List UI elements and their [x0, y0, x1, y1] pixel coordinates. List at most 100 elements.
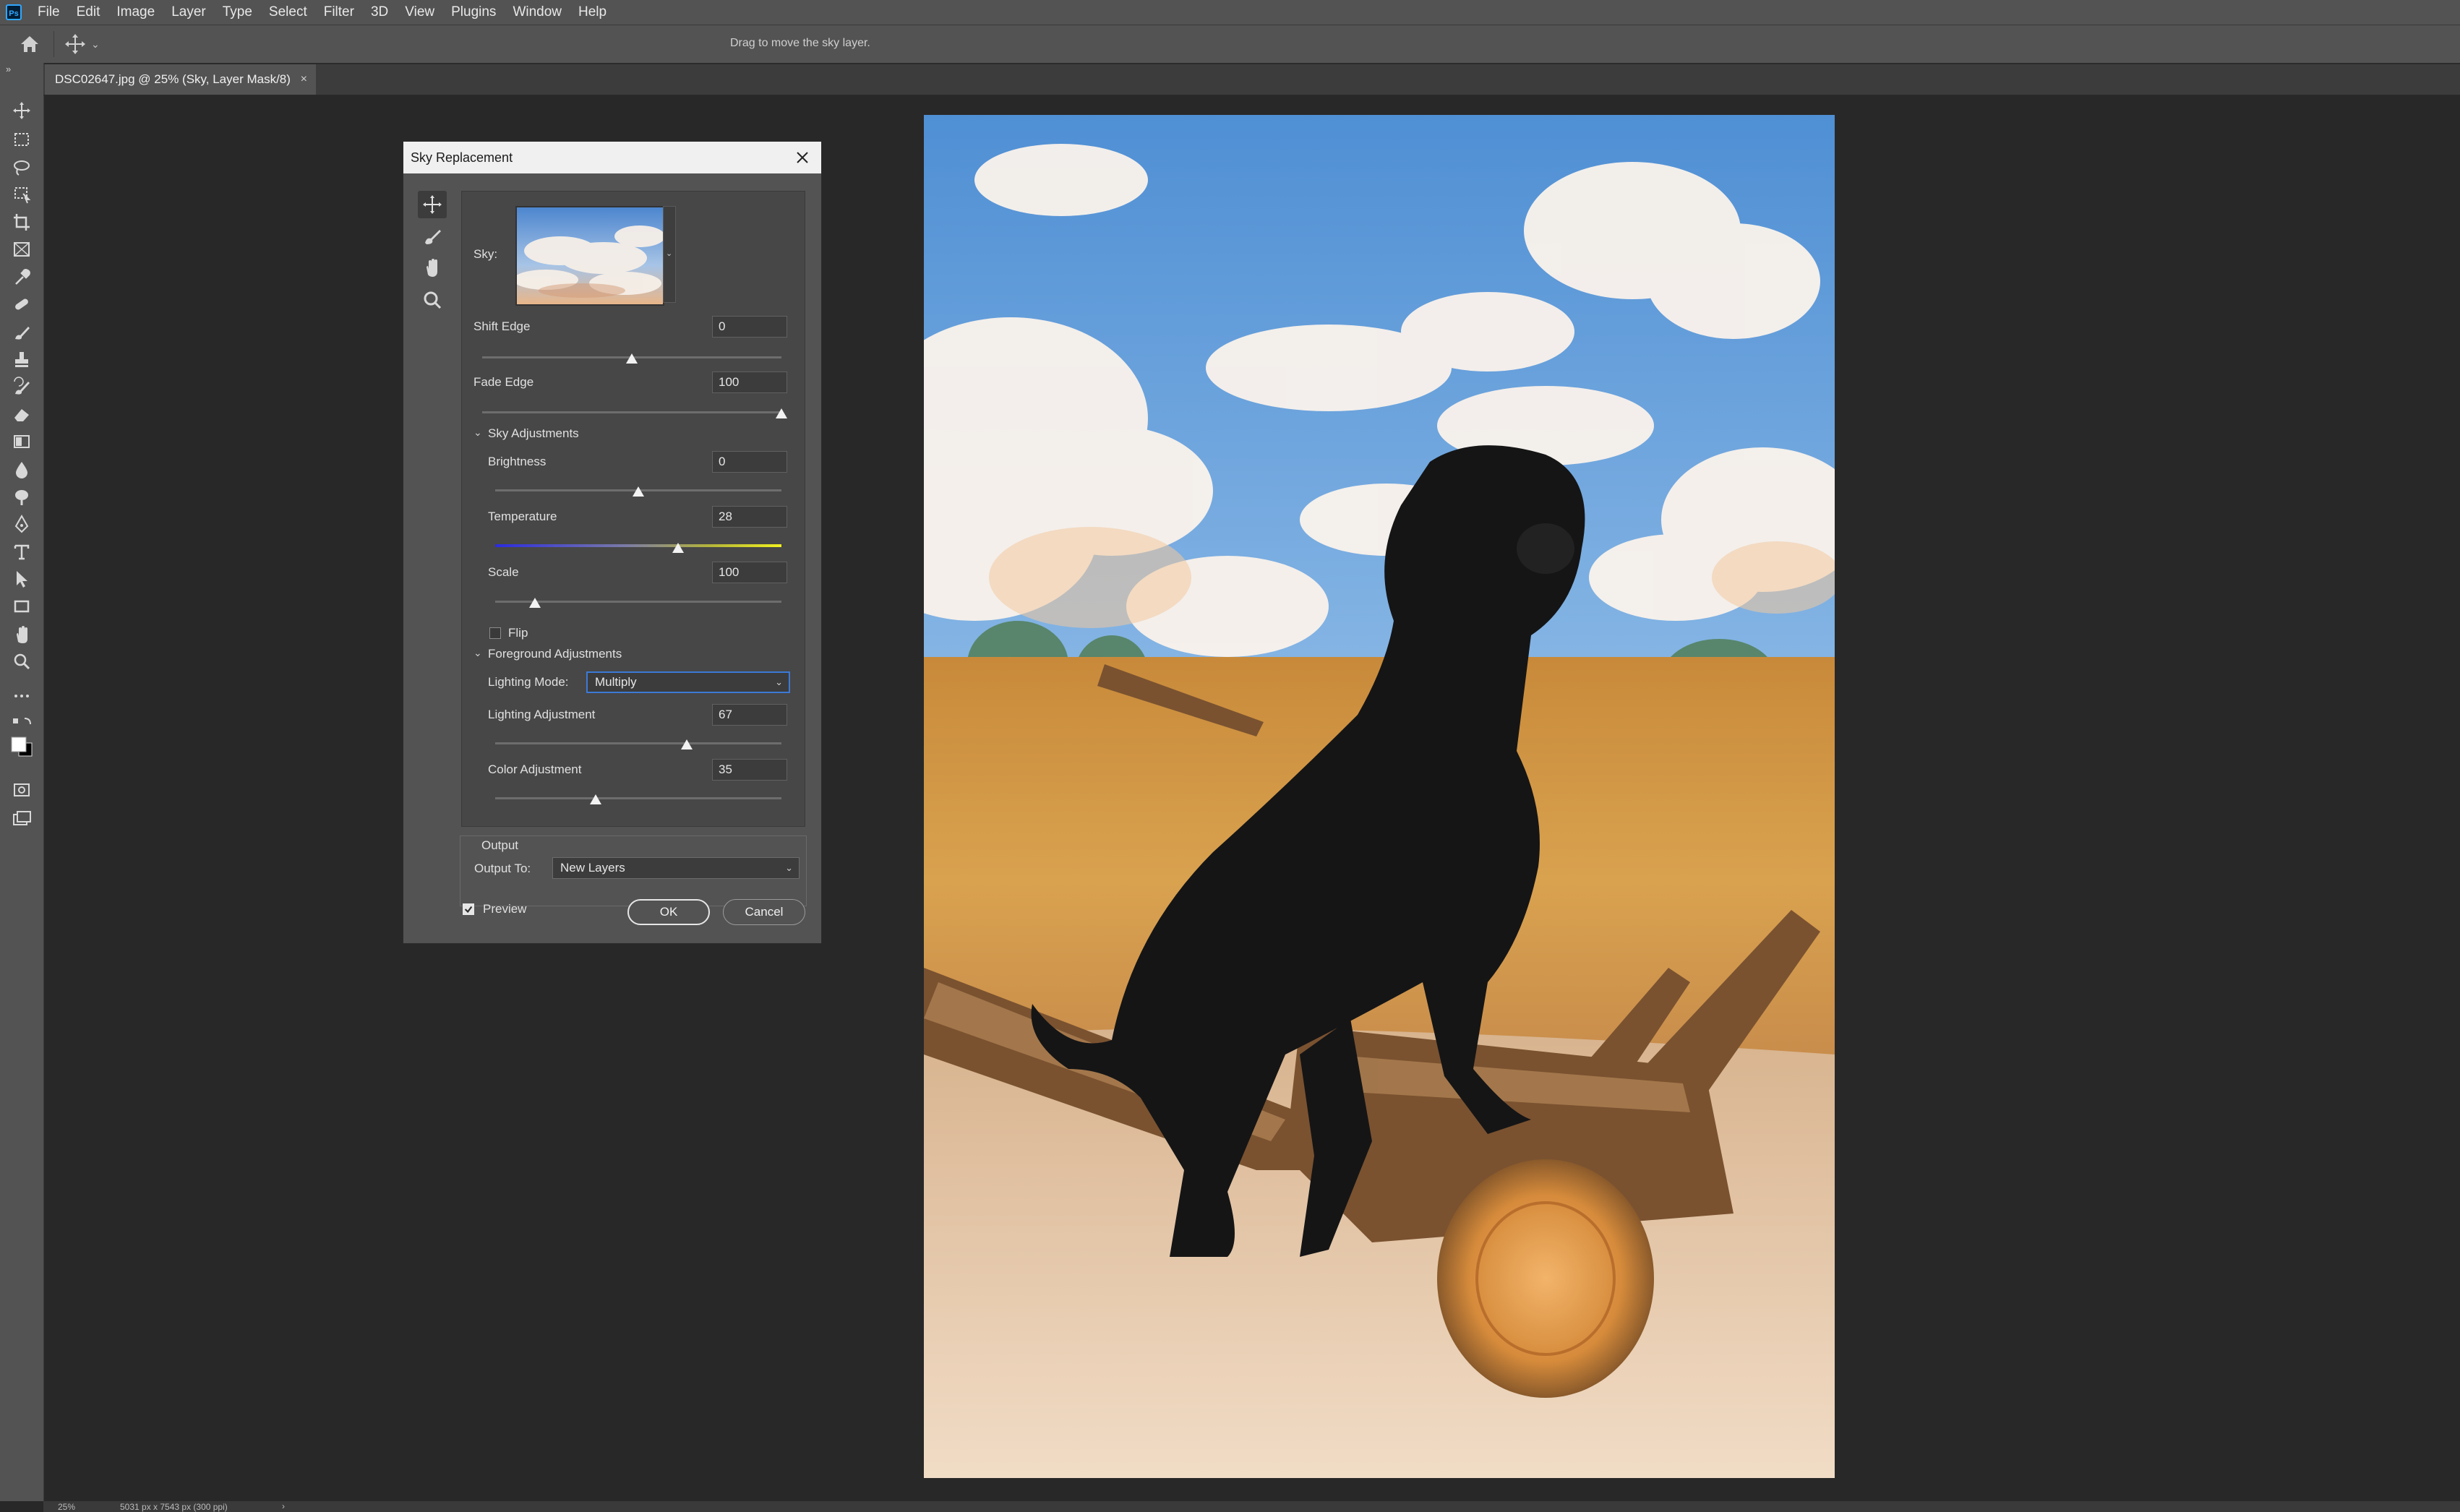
options-bar: ⌄ Drag to move the sky layer.	[0, 25, 2460, 64]
close-tab-icon[interactable]: ×	[301, 64, 307, 95]
object-selection-tool-icon[interactable]	[10, 184, 33, 205]
frame-tool-icon[interactable]	[10, 239, 33, 260]
menu-item-window[interactable]: Window	[513, 0, 562, 25]
menu-item-view[interactable]: View	[405, 0, 434, 25]
shift-edge-field[interactable]: 0	[712, 316, 787, 338]
scale-slider-thumb[interactable]	[529, 598, 541, 608]
document-size: 5031 px x 7543 px (300 ppi)	[120, 1502, 228, 1512]
preview-checkbox[interactable]	[463, 903, 474, 915]
sky-preset-thumbnail[interactable]	[515, 206, 664, 306]
move-tool-preset-icon[interactable]	[64, 33, 87, 56]
zoom-tool-icon[interactable]	[418, 286, 447, 314]
chevron-down-icon[interactable]: ⌄	[473, 647, 482, 659]
color-adjustment-label: Color Adjustment	[488, 763, 582, 776]
home-icon[interactable]	[19, 34, 40, 54]
output-to-select[interactable]: New Layers ⌄	[552, 857, 800, 879]
sky-move-tool-icon[interactable]	[418, 191, 447, 218]
more-tools-icon[interactable]	[10, 685, 33, 707]
fade-edge-field[interactable]: 100	[712, 371, 787, 393]
ok-button[interactable]: OK	[627, 899, 710, 925]
chevron-down-icon[interactable]: ⌄	[91, 38, 100, 51]
settings-panel: Sky: ⌄ Shift Edge 0 Fade Edge 100 ⌄ Sky …	[461, 191, 805, 827]
healing-brush-tool-icon[interactable]	[10, 293, 33, 315]
brightness-label: Brightness	[488, 455, 547, 468]
color-adjustment-slider-thumb[interactable]	[589, 794, 601, 804]
menu-list: File Edit Image Layer Type Select Filter 3D View…	[38, 0, 623, 25]
lighting-mode-label: Lighting Mode:	[488, 675, 569, 689]
temperature-field[interactable]: 28	[712, 506, 787, 528]
history-brush-tool-icon[interactable]	[10, 376, 33, 398]
color-adjustment-track[interactable]	[495, 797, 781, 799]
menu-item-select[interactable]: Select	[269, 0, 307, 25]
sky-replacement-dialog: Sky Replacement Sky: ⌄ Shift Edge 0 Fade…	[403, 141, 822, 944]
menu-item-type[interactable]: Type	[223, 0, 252, 25]
path-selection-tool-icon[interactable]	[10, 568, 33, 590]
brightness-field[interactable]: 0	[712, 451, 787, 473]
output-to-label: Output To:	[474, 862, 531, 875]
canvas-image[interactable]	[924, 115, 1835, 1478]
brush-tool-icon[interactable]	[10, 321, 33, 343]
output-header: Output	[479, 838, 522, 853]
output-to-value: New Layers	[560, 861, 625, 875]
shift-edge-slider-thumb[interactable]	[626, 353, 638, 364]
hand-tool-icon[interactable]	[10, 623, 33, 645]
lighting-adjustment-field[interactable]: 67	[712, 704, 787, 726]
pen-tool-icon[interactable]	[10, 513, 33, 535]
quick-mask-icon[interactable]	[10, 779, 33, 801]
color-adjustment-field[interactable]: 35	[712, 759, 787, 781]
close-icon[interactable]	[792, 147, 813, 168]
lighting-adjustment-track[interactable]	[495, 742, 781, 744]
options-hint: Drag to move the sky layer.	[730, 37, 870, 49]
gradient-tool-icon[interactable]	[10, 431, 33, 452]
menu-item-edit[interactable]: Edit	[77, 0, 100, 25]
brightness-slider-thumb[interactable]	[633, 486, 644, 497]
sky-preset-dropdown[interactable]: ⌄	[663, 206, 676, 303]
color-swatches-icon[interactable]	[10, 736, 33, 757]
menu-item-layer[interactable]: Layer	[171, 0, 206, 25]
move-tool-icon[interactable]	[10, 100, 33, 121]
sky-adjustments-header[interactable]: Sky Adjustments	[488, 426, 579, 441]
chevron-down-icon: ⌄	[775, 676, 783, 687]
rectangular-marquee-tool-icon[interactable]	[10, 129, 33, 150]
status-menu-icon[interactable]: ›	[282, 1501, 285, 1511]
type-tool-icon[interactable]	[10, 541, 33, 562]
menu-item-plugins[interactable]: Plugins	[451, 0, 496, 25]
temperature-slider-thumb[interactable]	[672, 543, 685, 553]
lighting-mode-select[interactable]: Multiply ⌄	[586, 671, 790, 693]
crop-tool-icon[interactable]	[10, 211, 33, 233]
flip-checkbox[interactable]	[489, 627, 501, 639]
chevron-down-icon: ⌄	[785, 862, 793, 873]
menu-item-3d[interactable]: 3D	[371, 0, 388, 25]
swap-colors-icon[interactable]	[10, 714, 33, 736]
collapse-toolbar-icon[interactable]: »	[6, 64, 11, 74]
fade-edge-label: Fade Edge	[473, 375, 534, 389]
menu-item-help[interactable]: Help	[578, 0, 607, 25]
scale-label: Scale	[488, 565, 519, 579]
blur-tool-icon[interactable]	[10, 458, 33, 480]
dodge-tool-icon[interactable]	[10, 486, 33, 507]
chevron-down-icon[interactable]: ⌄	[473, 426, 482, 439]
status-bar	[43, 1501, 2460, 1512]
fade-edge-slider-thumb[interactable]	[776, 408, 787, 418]
scale-field[interactable]: 100	[712, 562, 787, 583]
hand-tool-icon[interactable]	[418, 254, 447, 282]
eyedropper-tool-icon[interactable]	[10, 266, 33, 288]
lighting-adjustment-slider-thumb[interactable]	[681, 739, 693, 749]
temperature-track[interactable]	[495, 544, 781, 547]
screen-mode-icon[interactable]	[10, 808, 33, 830]
fade-edge-track[interactable]	[482, 411, 781, 413]
foreground-adjustments-header[interactable]: Foreground Adjustments	[488, 647, 622, 661]
lighting-mode-value: Multiply	[595, 675, 637, 689]
cancel-button[interactable]: Cancel	[723, 899, 805, 925]
sky-brush-tool-icon[interactable]	[418, 223, 447, 250]
clone-stamp-tool-icon[interactable]	[10, 348, 33, 370]
zoom-tool-icon[interactable]	[10, 650, 33, 672]
zoom-level[interactable]: 25%	[58, 1502, 75, 1512]
document-tab[interactable]: DSC02647.jpg @ 25% (Sky, Layer Mask/8) ×	[45, 64, 316, 95]
eraser-tool-icon[interactable]	[10, 403, 33, 425]
rectangle-tool-icon[interactable]	[10, 596, 33, 617]
menu-item-image[interactable]: Image	[116, 0, 155, 25]
lasso-tool-icon[interactable]	[10, 156, 33, 178]
menu-item-filter[interactable]: Filter	[324, 0, 354, 25]
menu-item-file[interactable]: File	[38, 0, 60, 25]
